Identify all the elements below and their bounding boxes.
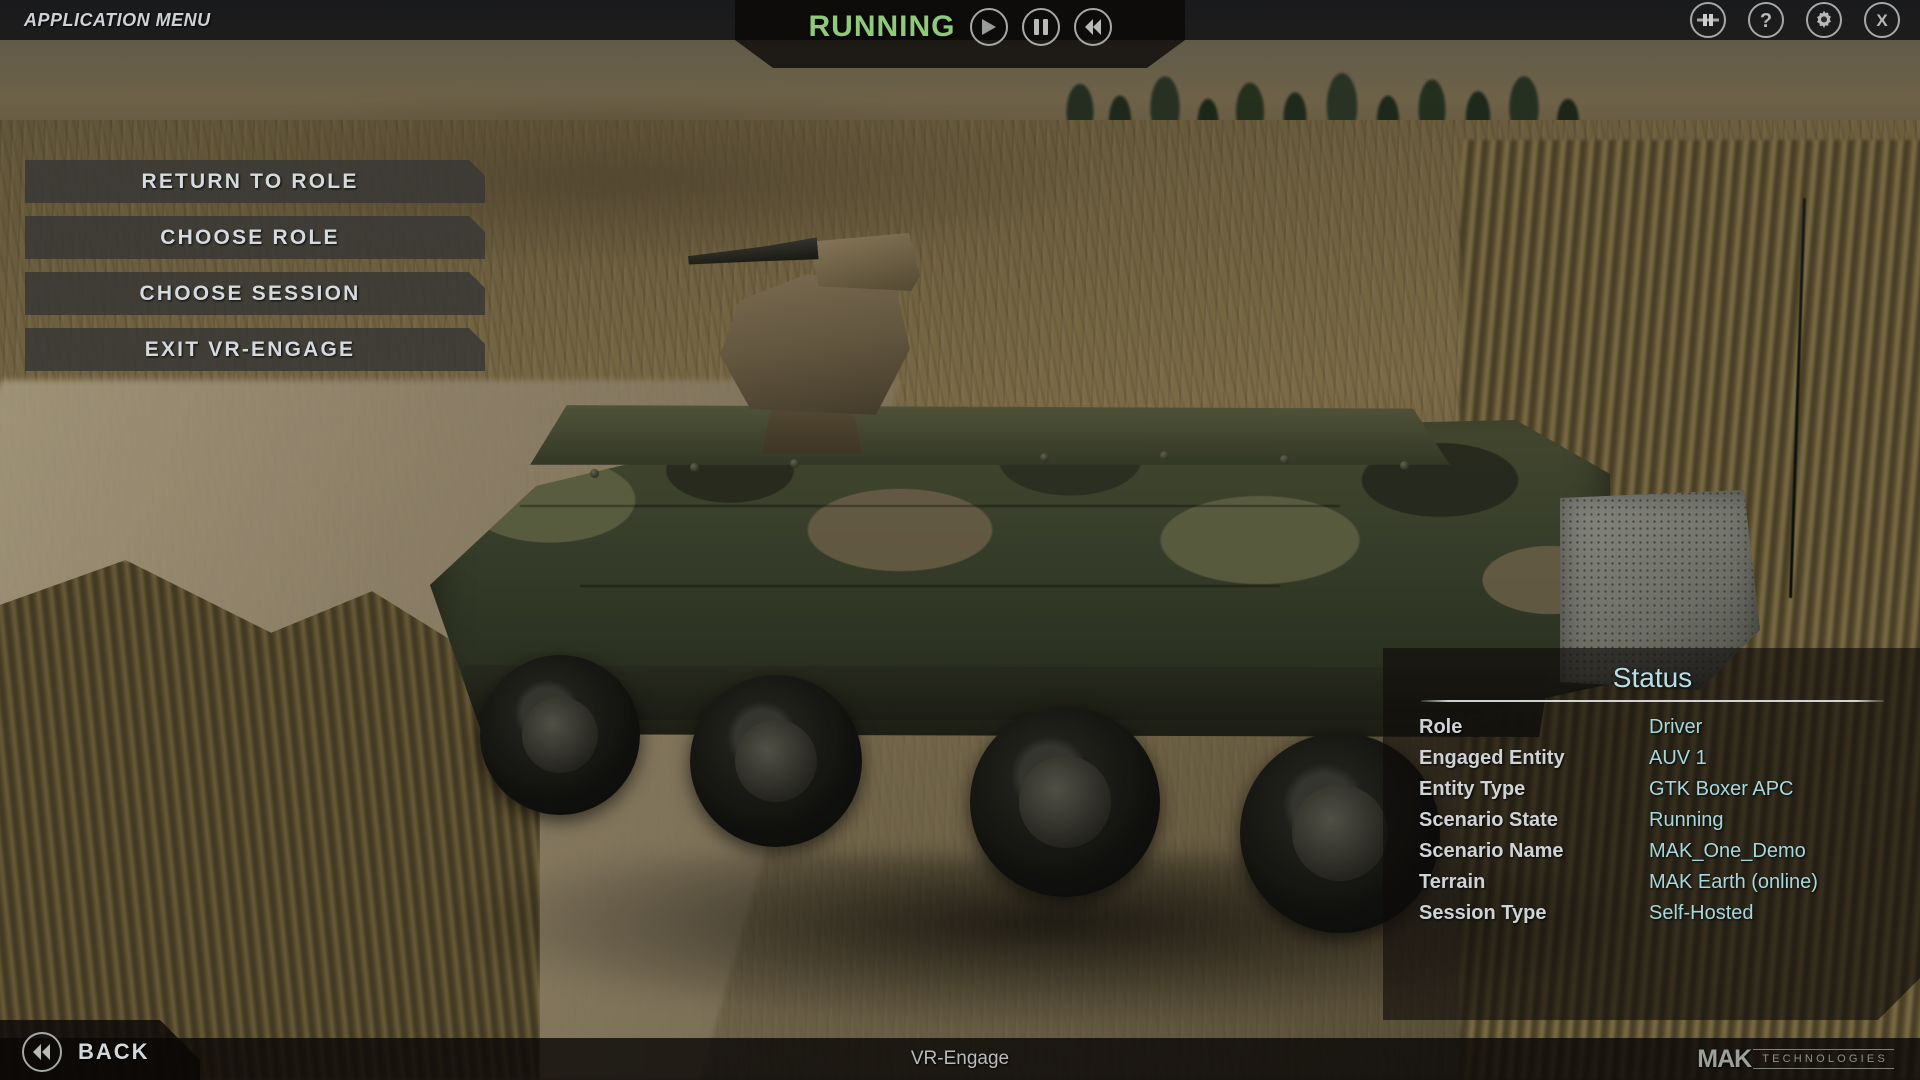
rewind-icon[interactable]	[1073, 8, 1112, 46]
choose-session-label: CHOOSE SESSION	[139, 281, 361, 305]
status-row: Scenario State Running	[1419, 809, 1886, 832]
svg-text:?: ?	[1760, 10, 1772, 31]
status-value-engaged-entity: AUV 1	[1649, 747, 1707, 769]
mak-technologies-logo: MAK TECHNOLOGIES	[1697, 1038, 1894, 1080]
sliders-icon[interactable]	[1690, 2, 1726, 38]
status-label-scenario-state: Scenario State	[1419, 809, 1558, 831]
status-row: Entity Type GTK Boxer APC	[1419, 778, 1886, 801]
return-to-role-label: RETURN TO ROLE	[141, 169, 359, 193]
status-value-terrain: MAK Earth (online)	[1649, 871, 1818, 893]
brand-primary-text: MAK	[1697, 1044, 1752, 1073]
application-name: VR-Engage	[910, 1048, 1010, 1069]
status-panel-title: Status	[1612, 662, 1693, 693]
scenario-control-bar: RUNNING	[735, 0, 1185, 68]
top-bar-action-icons: ? X	[1690, 0, 1900, 40]
status-label-terrain: Terrain	[1419, 871, 1486, 893]
status-row: Session Type Self-Hosted	[1419, 902, 1886, 925]
gear-icon[interactable]	[1806, 2, 1842, 38]
status-value-role: Driver	[1649, 716, 1703, 738]
status-panel: Status Role Driver Engaged Entity AUV 1 …	[1383, 648, 1920, 1020]
return-to-role-button[interactable]: RETURN TO ROLE	[25, 160, 485, 203]
status-value-entity-type: GTK Boxer APC	[1649, 778, 1794, 800]
status-value-scenario-state: Running	[1649, 809, 1724, 831]
brand-secondary-text: TECHNOLOGIES	[1753, 1049, 1894, 1069]
scenario-status-text: RUNNING	[808, 10, 956, 43]
exit-vr-engage-button[interactable]: EXIT VR-ENGAGE	[25, 328, 485, 371]
pause-icon[interactable]	[1021, 8, 1060, 46]
status-label-scenario-name: Scenario Name	[1419, 840, 1564, 862]
choose-role-label: CHOOSE ROLE	[160, 225, 340, 249]
status-label-entity-type: Entity Type	[1419, 778, 1526, 800]
close-icon[interactable]: X	[1864, 2, 1900, 38]
choose-session-button[interactable]: CHOOSE SESSION	[25, 272, 485, 315]
status-label-session-type: Session Type	[1419, 902, 1547, 924]
status-value-session-type: Self-Hosted	[1649, 902, 1754, 924]
choose-role-button[interactable]: CHOOSE ROLE	[25, 216, 485, 259]
status-row: Engaged Entity AUV 1	[1419, 747, 1886, 770]
status-label-engaged-entity: Engaged Entity	[1419, 747, 1565, 769]
play-icon[interactable]	[969, 8, 1008, 46]
application-menu-title: APPLICATION MENU	[24, 9, 211, 30]
application-menu-buttons: RETURN TO ROLE CHOOSE ROLE CHOOSE SESSIO…	[25, 160, 485, 371]
svg-text:X: X	[1876, 11, 1888, 30]
help-icon[interactable]: ?	[1748, 2, 1784, 38]
status-row: Terrain MAK Earth (online)	[1419, 871, 1886, 894]
exit-vr-engage-label: EXIT VR-ENGAGE	[144, 337, 356, 361]
status-value-scenario-name: MAK_One_Demo	[1649, 840, 1806, 862]
status-panel-divider	[1421, 700, 1884, 702]
status-row: Role Driver	[1419, 716, 1886, 739]
status-row: Scenario Name MAK_One_Demo	[1419, 840, 1886, 863]
status-label-role: Role	[1419, 716, 1463, 738]
